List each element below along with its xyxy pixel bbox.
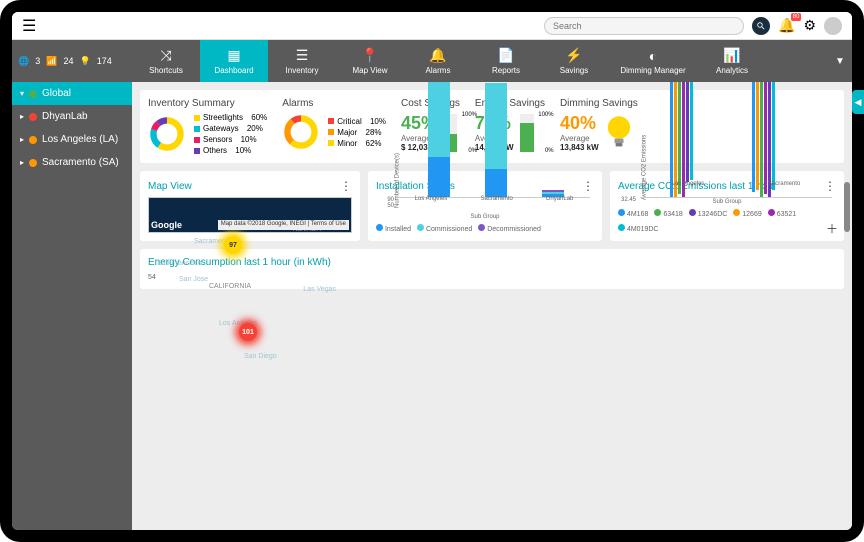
inventory-title: Inventory Summary [148, 98, 267, 109]
card-menu-icon[interactable]: ⋮ [582, 179, 594, 193]
main-content: Inventory Summary Streetlights 60% Gatew… [132, 82, 852, 530]
pin-icon: 📍 [361, 47, 378, 64]
map[interactable]: NEVADA CALIFORNIA Sacramento San Francis… [148, 197, 352, 233]
nav-shortcuts[interactable]: ⤨Shortcuts [132, 40, 200, 82]
topbar: ☰ 🔔80 ⚙ [12, 12, 852, 40]
shuffle-icon: ⤨ [160, 47, 171, 64]
alarm-icon: 🔔 [429, 47, 446, 64]
chevron-right-icon: ▸ [20, 158, 24, 167]
status-dot [29, 159, 37, 167]
status-dot [29, 90, 37, 98]
nav-dashboard[interactable]: ▦Dashboard [200, 40, 268, 82]
nav-more[interactable]: ▼ [828, 40, 852, 82]
report-icon: 📄 [497, 47, 514, 64]
wifi-icon: 📶 [46, 56, 57, 67]
nav-dimming[interactable]: ◐Dimming Manager [608, 40, 698, 82]
search-input[interactable] [544, 17, 744, 35]
dimming-title: Dimming Savings [560, 98, 638, 109]
nav-reports[interactable]: 📄Reports [472, 40, 540, 82]
list-icon: ☰ [296, 47, 309, 64]
chevron-down-icon: ▾ [20, 89, 24, 98]
nav-alarms[interactable]: 🔔Alarms [404, 40, 472, 82]
bolt-icon: ⚡ [565, 47, 582, 64]
nav-analytics[interactable]: 📊Analytics [698, 40, 766, 82]
nav-mapview[interactable]: 📍Map View [336, 40, 404, 82]
sidebar: ▾Global ▸DhyanLab ▸Los Angeles (LA) ▸Sac… [12, 82, 132, 530]
sidebar-item-losangeles[interactable]: ▸Los Angeles (LA) [12, 128, 132, 151]
map-card-title: Map View [148, 181, 192, 192]
nav-savings[interactable]: ⚡Savings [540, 40, 608, 82]
install-chart: Number of Device(s) 9050 Los AngelesSacr… [376, 197, 594, 212]
dim-icon: ◐ [649, 48, 657, 64]
sidebar-item-sacramento[interactable]: ▸Sacramento (SA) [12, 151, 132, 174]
status-indicators: 🌐3 📶24 💡174 [12, 40, 132, 82]
scrollbar[interactable] [844, 182, 850, 232]
gear-icon[interactable]: ⚙ [803, 17, 816, 34]
alarms-donut [282, 113, 320, 151]
map-marker-sacramento[interactable]: 97 [224, 236, 242, 254]
inventory-donut [148, 115, 186, 153]
expand-button[interactable]: ＋ [826, 220, 838, 237]
energy-bar: 100%0% [520, 114, 534, 152]
nav-bar: 🌐3 📶24 💡174 ⤨Shortcuts ▦Dashboard ☰Inven… [12, 40, 852, 82]
sidebar-item-dhyanlab[interactable]: ▸DhyanLab [12, 105, 132, 128]
status-dot [29, 136, 37, 144]
bell-icon[interactable]: 🔔80 [778, 17, 795, 34]
sidebar-item-global[interactable]: ▾Global [12, 82, 132, 105]
nav-inventory[interactable]: ☰Inventory [268, 40, 336, 82]
dashboard-icon: ▦ [227, 47, 240, 64]
bulb-icon: 💡 [79, 56, 90, 67]
status-dot [29, 113, 37, 121]
chevron-right-icon: ▸ [20, 135, 24, 144]
dimming-pct: 40% [560, 113, 599, 134]
card-menu-icon[interactable]: ⋮ [340, 179, 352, 193]
globe-icon: 🌐 [18, 56, 29, 67]
analytics-icon: 📊 [723, 47, 740, 64]
google-logo: Google [151, 220, 182, 230]
avatar[interactable] [824, 17, 842, 35]
bulb-glow-icon [605, 114, 633, 152]
menu-icon[interactable]: ☰ [22, 16, 36, 36]
chevron-right-icon: ▸ [20, 112, 24, 121]
search-button[interactable] [752, 17, 770, 35]
map-marker-losangeles[interactable]: 101 [239, 323, 257, 341]
alarms-title: Alarms [282, 98, 386, 109]
notification-badge: 80 [791, 13, 802, 21]
